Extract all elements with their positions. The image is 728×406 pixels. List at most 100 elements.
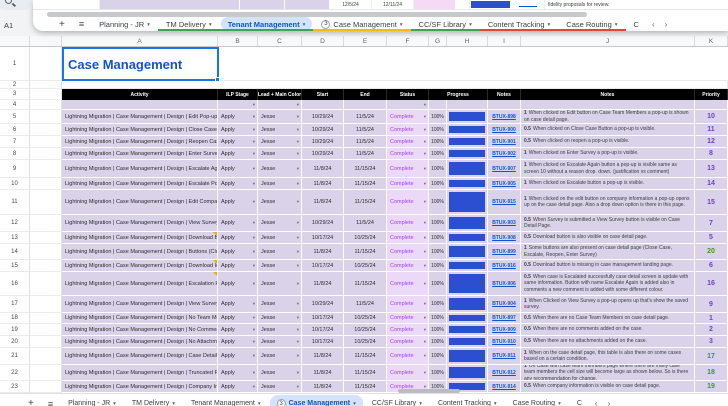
progress-pct-cell[interactable]: 100% [429, 365, 447, 381]
ticket-link[interactable]: BTUX-901 [492, 139, 516, 145]
row-number[interactable]: 15 [0, 260, 30, 272]
end-date-cell[interactable]: 11/5/24 [344, 296, 387, 313]
row-number[interactable]: 18 [0, 313, 30, 324]
end-date-cell[interactable]: 10/25/24 [344, 232, 387, 244]
dropdown-caret-icon[interactable]: ▾ [297, 249, 299, 255]
priority-cell[interactable]: 19 [695, 381, 728, 393]
row-number[interactable]: 6 [0, 124, 30, 136]
progress-pct-cell[interactable]: 100% [429, 110, 447, 124]
dropdown-caret-icon[interactable]: ▾ [253, 249, 255, 255]
sheet-tab-cc-sf-library[interactable]: CC/SF Library▾ [412, 17, 479, 31]
partial-note-cell[interactable]: fidelity proposals for review. [545, 0, 728, 9]
activity-cell[interactable]: Lightning Migration | Case Management | … [62, 324, 218, 336]
row-number[interactable]: 12 [0, 215, 30, 232]
status-cell[interactable]: Complete▾ [387, 244, 429, 260]
priority-cell[interactable]: 17 [695, 348, 728, 365]
progress-pct-cell[interactable]: 100% [429, 324, 447, 336]
notes-cell[interactable]: 1On Case with case team members page whe… [521, 365, 695, 381]
lead-cell[interactable]: Jesse▾ [258, 178, 302, 190]
activity-cell[interactable]: Lightning Migration | Case Management | … [62, 215, 218, 232]
tab-menu-caret-icon[interactable]: ▾ [469, 22, 472, 28]
end-date-cell[interactable]: 10/25/24 [344, 260, 387, 272]
partial-activity-cell[interactable] [100, 0, 240, 9]
start-date-cell[interactable]: 10/17/24 [302, 232, 344, 244]
end-date-cell[interactable]: 10/25/24 [344, 313, 387, 324]
start-date-cell[interactable]: 10/29/24 [302, 296, 344, 313]
start-date-cell[interactable]: 11/8/24 [302, 160, 344, 178]
column-letter[interactable]: A [62, 36, 218, 46]
tab-menu-caret-icon[interactable]: ▾ [258, 401, 261, 406]
notes-cell[interactable]: 0.5When there are no attachments added o… [521, 336, 695, 348]
status-cell[interactable]: Complete▾ [387, 124, 429, 136]
ilp-stage-cell[interactable]: Apply▾ [218, 365, 258, 381]
row-number[interactable]: 1 [0, 47, 30, 81]
ticket-link[interactable]: BTUX-903 [492, 220, 516, 226]
dropdown-caret-icon[interactable]: ▾ [297, 127, 299, 133]
search-icon[interactable] [0, 0, 32, 10]
progress-pct-cell[interactable]: 100% [429, 232, 447, 244]
sheet-tab-c[interactable]: C [570, 395, 589, 406]
dropdown-caret-icon[interactable]: ▾ [424, 181, 426, 187]
priority-cell[interactable]: 14 [695, 178, 728, 190]
end-date-cell[interactable]: 11/15/24 [344, 365, 387, 381]
ilp-stage-cell[interactable]: Apply▾ [218, 244, 258, 260]
priority-cell[interactable]: 6 [695, 260, 728, 272]
lead-cell[interactable]: Jesse▾ [258, 348, 302, 365]
ticket-link[interactable]: BTUX-911 [492, 353, 515, 359]
row-number[interactable]: 2 [0, 81, 30, 89]
dropdown-caret-icon[interactable]: ▾ [424, 139, 426, 145]
dropdown-caret-icon[interactable]: ▾ [297, 353, 299, 359]
dropdown-caret-icon[interactable]: ▾ [424, 127, 426, 133]
column-letter[interactable]: I [488, 36, 521, 46]
notes-cell[interactable]: 1When clicked on the edit button on comp… [521, 190, 695, 215]
ticket-link-cell[interactable]: BTUX-914 [488, 381, 521, 393]
ilp-stage-cell[interactable]: Apply▾ [218, 348, 258, 365]
progress-pct-cell[interactable]: 100% [429, 296, 447, 313]
progress-pct-cell[interactable]: 100% [429, 148, 447, 160]
ticket-link[interactable]: BTUX-910 [492, 339, 516, 345]
ticket-link[interactable]: BTUX-909 [492, 327, 516, 333]
row-number[interactable]: 3 [0, 89, 30, 100]
notes-cell[interactable]: 0.5Download button is missing in case ma… [521, 260, 695, 272]
ticket-link[interactable]: BTUX-900 [492, 127, 516, 133]
dropdown-caret-icon[interactable]: ▾ [297, 235, 299, 241]
column-letter[interactable]: J [521, 36, 695, 46]
notes-cell[interactable]: 1Some buttons are also present on case d… [521, 244, 695, 260]
ticket-link-cell[interactable]: BTUX-909 [488, 324, 521, 336]
priority-cell[interactable]: 9 [695, 296, 728, 313]
ticket-link[interactable]: BTUX-902 [492, 151, 516, 157]
status-cell[interactable]: Complete▾ [387, 313, 429, 324]
ticket-link-cell[interactable]: BTUX-904 [488, 296, 521, 313]
dropdown-caret-icon[interactable]: ▾ [297, 327, 299, 333]
sheet-tab-content-tracking[interactable]: Content Tracking▾ [431, 395, 504, 406]
status-cell[interactable]: Complete▾ [387, 136, 429, 148]
progress-pct-cell[interactable]: 100% [429, 178, 447, 190]
ilp-stage-cell[interactable]: Apply▾ [218, 136, 258, 148]
status-cell[interactable]: Complete▾ [387, 232, 429, 244]
sheet-tab-tenant-management[interactable]: Tenant Management▾ [221, 17, 313, 31]
horizontal-scrollbar[interactable] [398, 389, 460, 393]
progress-pct-cell[interactable]: 100% [429, 160, 447, 178]
dropdown-caret-icon[interactable]: ▾ [424, 263, 426, 269]
status-cell[interactable]: Complete▾ [387, 215, 429, 232]
dropdown-caret-icon[interactable]: ▾ [424, 327, 426, 333]
priority-cell[interactable]: 16 [695, 272, 728, 296]
notes-cell[interactable]: 1When clicked on Enter Survey a pop-up i… [521, 148, 695, 160]
start-date-cell[interactable]: 10/29/24 [302, 148, 344, 160]
ilp-stage-cell[interactable]: Apply▾ [218, 324, 258, 336]
end-date-cell[interactable]: 10/25/24 [344, 336, 387, 348]
notes-cell[interactable]: 1When Clicked on View Survey a pop-up op… [521, 296, 695, 313]
priority-cell[interactable]: 7 [695, 215, 728, 232]
notes-cell[interactable]: 1When clicked on Edit button on Case Tea… [521, 110, 695, 124]
dropdown-caret-icon[interactable]: ▾ [253, 235, 255, 241]
ticket-link[interactable]: BTUX-914 [492, 384, 516, 390]
activity-cell[interactable]: Lightning Migration | Case Management | … [62, 313, 218, 324]
ilp-stage-cell[interactable]: Apply▾ [218, 160, 258, 178]
progress-bar-cell[interactable] [447, 148, 488, 160]
notes-cell[interactable]: 0.5When clicked on reopen a pop-up is vi… [521, 136, 695, 148]
ticket-link-cell[interactable]: BTUX-902 [488, 148, 521, 160]
ticket-link[interactable]: BTUX-899 [492, 249, 516, 255]
status-cell[interactable]: Complete▾ [387, 272, 429, 296]
lead-cell[interactable]: Jesse▾ [258, 381, 302, 393]
column-letter[interactable]: F [387, 36, 429, 46]
